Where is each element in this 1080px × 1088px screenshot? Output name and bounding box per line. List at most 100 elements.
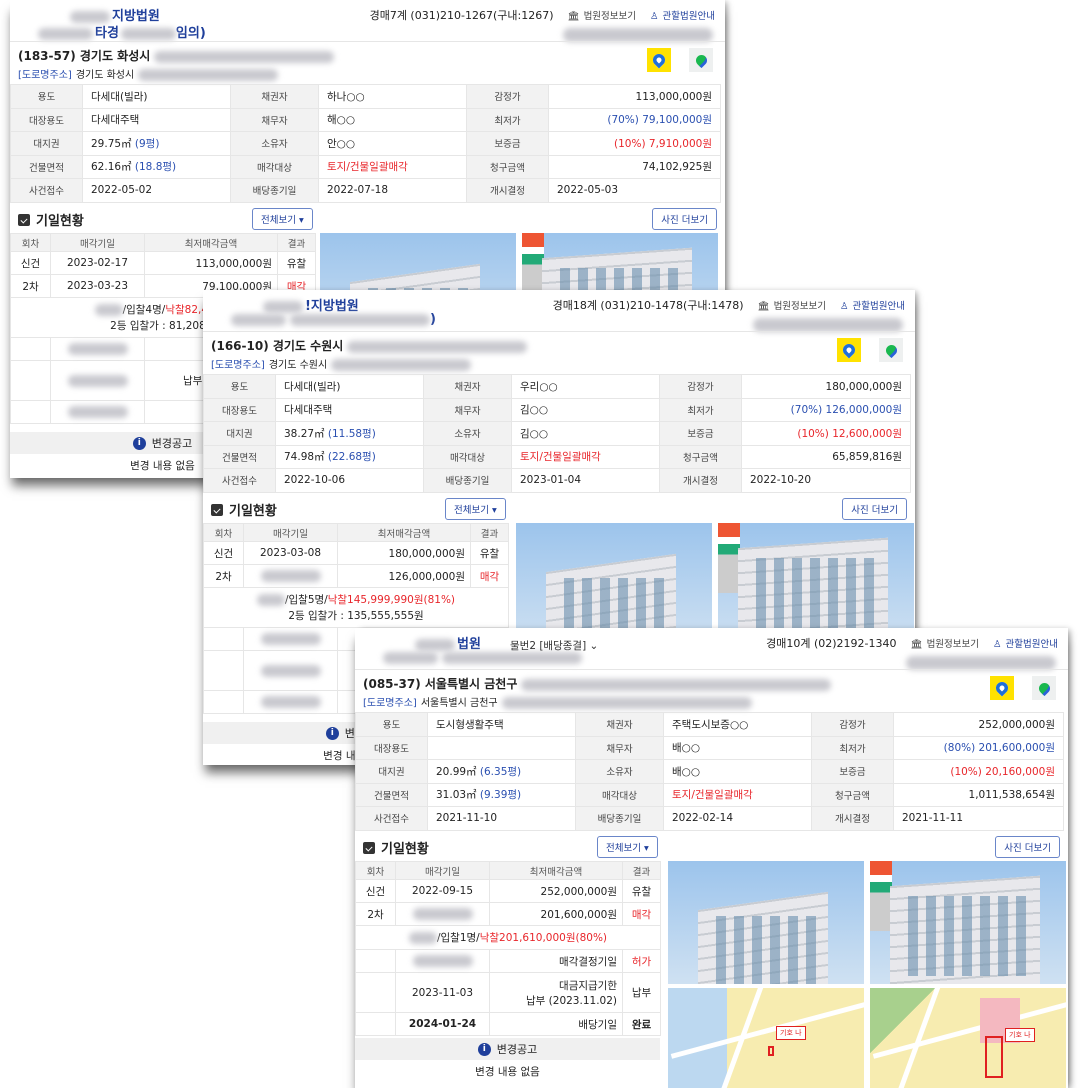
blank-cell — [203, 690, 244, 714]
info-value-text: (10%) 12,600,000원 — [797, 427, 902, 440]
property-photo[interactable] — [668, 861, 864, 984]
info-label: 소유자 — [230, 131, 319, 156]
sale-date: 2023-02-17 — [50, 251, 145, 275]
schedule-row[interactable]: 신건 2023-02-17 113,000,000원 유찰 — [10, 251, 316, 275]
info-value-text: 토지/건물일괄매각 — [520, 451, 601, 464]
redacted-text — [347, 340, 528, 353]
court-info-label: 법원정보보기 — [926, 639, 980, 650]
view-all-button[interactable]: 전체보기 ▾ — [445, 498, 506, 520]
schedule-row[interactable]: 신건 2023-03-08 180,000,000원 유찰 — [203, 541, 509, 565]
schedule-row[interactable]: 2차 126,000,000원 매각 — [203, 564, 509, 588]
info-value: 해○○ — [318, 107, 467, 132]
info-value: 65,859,816원 — [741, 444, 911, 469]
view-all-button[interactable]: 전체보기 ▾ — [597, 836, 658, 858]
info-value: 2021-11-10 — [427, 806, 576, 831]
jurisdiction-link[interactable]: ♙ 관할법원안내 — [650, 8, 715, 22]
redacted-select[interactable] — [906, 656, 1056, 670]
court-info-link[interactable]: 🏛 법원정보보기 — [568, 8, 637, 22]
item-selector[interactable]: 물번2 [배당종결] ⌄ — [510, 638, 598, 653]
naver-pin-icon — [1036, 680, 1052, 696]
road-address-label[interactable]: [도로명주소] — [211, 360, 265, 371]
winning-bid: 낙찰145,999,990원(81%) — [327, 593, 456, 606]
info-label: 대장용도 — [10, 107, 83, 132]
info-label: 소유자 — [423, 421, 512, 446]
minimum-price: 180,000,000원 — [337, 541, 471, 565]
detail-label-sub: 납부 (2023.11.02) — [526, 994, 617, 1007]
more-photos-button[interactable]: 사진 더보기 — [842, 498, 907, 520]
case-kind: 임의) — [175, 26, 206, 41]
info-label: 청구금액 — [659, 444, 742, 469]
view-all-button[interactable]: 전체보기 ▾ — [252, 208, 313, 230]
redacted-text — [94, 303, 123, 316]
location-map[interactable]: 기호 나 — [870, 988, 1066, 1088]
schedule-row[interactable]: 신건 2022-09-15 252,000,000원 유찰 — [355, 879, 661, 903]
info-label: 보증금 — [811, 759, 894, 784]
address-text: (166-10) 경기도 수원시 — [211, 339, 344, 353]
road-address-label[interactable]: [도로명주소] — [18, 70, 72, 81]
info-value: 안○○ — [318, 131, 467, 156]
address: (183-57) 경기도 화성시 — [18, 47, 335, 64]
person-icon: ♙ — [840, 301, 849, 312]
jurisdiction-link[interactable]: ♙ 관할법원안내 — [993, 636, 1058, 650]
round: 2차 — [355, 902, 396, 926]
info-row: 사건접수 2022-05-02 배당종기일 2022-07-18 개시결정 2022-05… — [10, 178, 721, 203]
info-value: (10%) 20,160,000원 — [893, 759, 1064, 784]
more-photos-button[interactable]: 사진 더보기 — [995, 836, 1060, 858]
redacted-text — [331, 359, 472, 371]
kakao-map-button[interactable] — [837, 338, 861, 362]
info-value-text: 62.16㎡ — [91, 161, 135, 174]
redacted-text — [753, 318, 903, 332]
info-label: 배당종기일 — [575, 806, 664, 831]
property-photo[interactable] — [870, 861, 1066, 984]
info-value: (80%) 201,600,000원 — [893, 735, 1064, 760]
info-value-text: 주택도시보증○○ — [672, 718, 749, 731]
info-value — [427, 735, 576, 760]
info-value-text: (9.39평) — [479, 789, 522, 802]
info-label: 채무자 — [230, 107, 319, 132]
kakao-map-button[interactable] — [990, 676, 1014, 700]
map-pin-icon — [993, 679, 1011, 697]
redacted-text — [442, 651, 582, 664]
schedule-row[interactable]: 2차 201,600,000원 매각 — [355, 902, 661, 926]
info-value-text: 38.27㎡ — [284, 427, 328, 440]
detail-label-text: 배당기일 — [578, 1018, 617, 1031]
detail-date — [243, 690, 338, 714]
court-info-link[interactable]: 🏛 법원정보보기 — [758, 298, 827, 312]
blank-cell — [355, 949, 396, 973]
info-value-text: 다세대(빌라) — [91, 90, 148, 103]
naver-map-button[interactable] — [1032, 676, 1056, 700]
case-type: 타경 — [95, 26, 119, 41]
bidders: /입찰5명/ — [284, 593, 328, 606]
info-value: 2022-05-02 — [82, 178, 231, 203]
more-photos-button[interactable]: 사진 더보기 — [652, 208, 717, 230]
info-label: 배당종기일 — [423, 468, 512, 493]
blank-cell — [355, 1012, 396, 1036]
redacted-select[interactable] — [753, 318, 903, 332]
department-phone: 경매10계 (02)2192-1340 — [766, 637, 897, 650]
auction-card: 법원 물번2 [배당종결] ⌄ 경매10계 (02)2192-1340 🏛 법원정보보기… — [355, 628, 1068, 1088]
jurisdiction-link[interactable]: ♙ 관할법원안내 — [840, 298, 905, 312]
info-value: 113,000,000원 — [548, 84, 721, 109]
naver-map-button[interactable] — [879, 338, 903, 362]
naver-map-button[interactable] — [689, 48, 713, 72]
round: 신건 — [203, 541, 244, 565]
info-value-text: 2022-02-14 — [672, 812, 734, 825]
map-pin-icon — [840, 341, 858, 359]
detail-label: 매각결정기일 — [489, 949, 623, 973]
building-windows — [708, 916, 818, 984]
case-kind: ) — [430, 312, 436, 327]
location-map[interactable]: 기호 나 — [668, 988, 864, 1088]
info-value: 2022-07-18 — [318, 178, 467, 203]
court-info-link[interactable]: 🏛 법원정보보기 — [911, 636, 980, 650]
detail-result: 허가 — [622, 949, 661, 973]
minimum-price: 113,000,000원 — [144, 251, 278, 275]
road-address-label[interactable]: [도로명주소] — [363, 698, 417, 709]
address-text: (085-37) 서울특별시 금천구 — [363, 677, 518, 691]
info-value-text: 토지/건물일괄매각 — [327, 161, 408, 174]
redacted-select[interactable] — [563, 28, 713, 42]
info-value-text: 2022-05-03 — [557, 184, 619, 197]
kakao-map-button[interactable] — [647, 48, 671, 72]
header-links: 경매7계 (031)210-1267(구내:1267) 🏛 법원정보보기 ♙ 관할법원안… — [370, 7, 715, 23]
schedule-section-title: 기일현황 — [363, 838, 429, 857]
redacted-text — [906, 656, 1056, 670]
